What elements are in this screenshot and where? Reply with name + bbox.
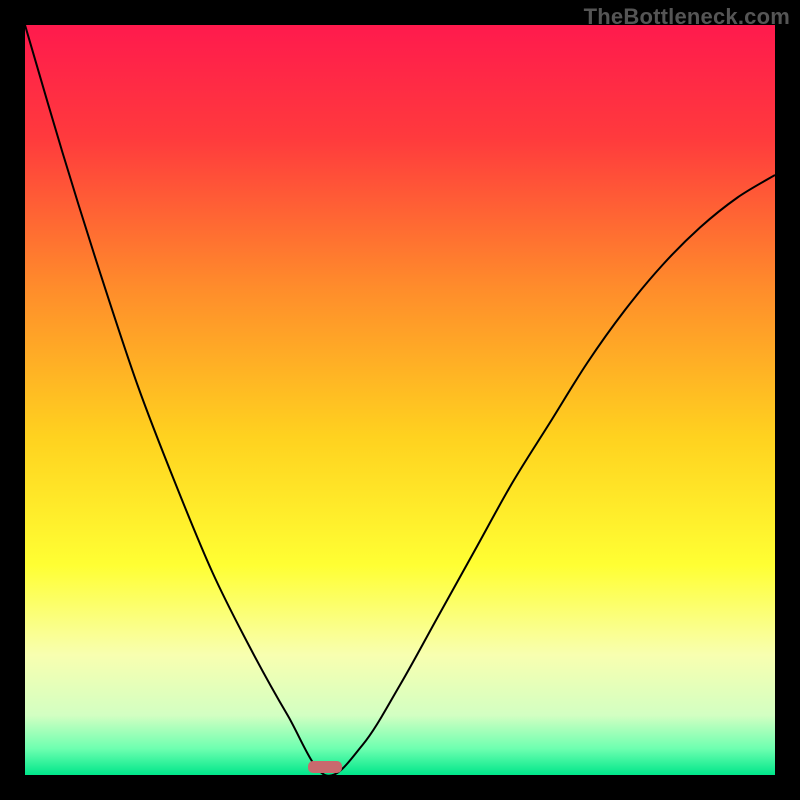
plot-background: [25, 25, 775, 775]
optimum-marker: [308, 761, 342, 773]
bottleneck-plot: [25, 25, 775, 775]
watermark-text: TheBottleneck.com: [584, 4, 790, 30]
outer-frame: TheBottleneck.com: [0, 0, 800, 800]
